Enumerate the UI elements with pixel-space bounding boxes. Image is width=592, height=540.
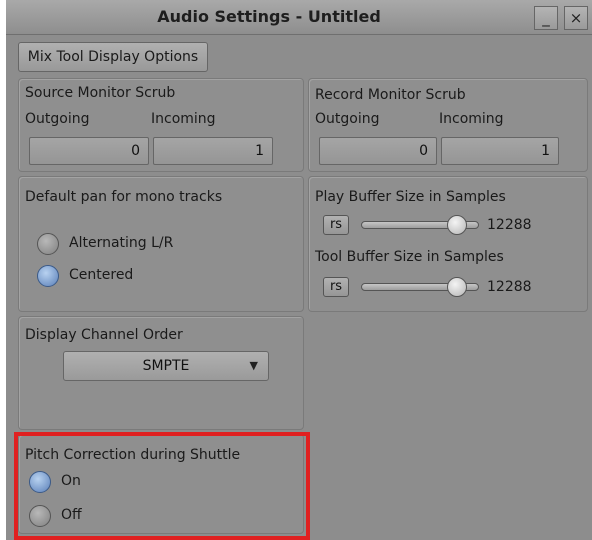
chevron-down-icon: ▼ — [249, 359, 258, 372]
record-incoming-field[interactable]: 1 — [441, 137, 559, 165]
record-outgoing-label: Outgoing — [315, 111, 380, 127]
source-outgoing-label: Outgoing — [25, 111, 90, 127]
tool-buffer-reset-button[interactable]: rs — [323, 277, 349, 297]
title-bar[interactable]: Audio Settings - Untitled _ × — [6, 0, 592, 35]
centered-label[interactable]: Centered — [69, 267, 133, 283]
record-monitor-scrub-panel: Record Monitor Scrub Outgoing Incoming 0… — [308, 78, 588, 172]
source-incoming-label: Incoming — [151, 111, 216, 127]
close-button[interactable]: × — [564, 6, 588, 30]
mix-tool-display-options-button[interactable]: Mix Tool Display Options — [18, 42, 208, 72]
tool-buffer-label: Tool Buffer Size in Samples — [315, 249, 504, 265]
centered-radio-button[interactable] — [37, 265, 59, 287]
display-channel-order-panel: Display Channel Order SMPTE ▼ — [18, 316, 304, 430]
channel-order-selected: SMPTE — [142, 358, 190, 374]
window-title: Audio Settings - Untitled — [157, 7, 381, 26]
highlight-box — [14, 432, 310, 540]
default-pan-panel: Default pan for mono tracks Alternating … — [18, 176, 304, 312]
play-buffer-label: Play Buffer Size in Samples — [315, 189, 506, 205]
source-monitor-scrub-panel: Source Monitor Scrub Outgoing Incoming 0… — [18, 78, 304, 172]
display-channel-order-title: Display Channel Order — [25, 327, 183, 343]
source-incoming-field[interactable]: 1 — [153, 137, 273, 165]
record-outgoing-field[interactable]: 0 — [319, 137, 437, 165]
play-buffer-value: 12288 — [487, 217, 532, 233]
minimize-button[interactable]: _ — [534, 6, 558, 30]
source-monitor-scrub-title: Source Monitor Scrub — [25, 85, 176, 101]
alternating-label[interactable]: Alternating L/R — [69, 235, 173, 251]
buffer-size-panel: Play Buffer Size in Samples rs 12288 Too… — [308, 176, 588, 312]
record-incoming-label: Incoming — [439, 111, 504, 127]
record-monitor-scrub-title: Record Monitor Scrub — [315, 87, 466, 103]
alternating-radio-button[interactable] — [37, 233, 59, 255]
tool-buffer-slider-thumb[interactable] — [447, 277, 467, 297]
source-outgoing-field[interactable]: 0 — [29, 137, 149, 165]
channel-order-dropdown[interactable]: SMPTE ▼ — [63, 351, 269, 381]
play-buffer-reset-button[interactable]: rs — [323, 215, 349, 235]
tool-buffer-value: 12288 — [487, 279, 532, 295]
play-buffer-slider-thumb[interactable] — [447, 215, 467, 235]
audio-settings-window: Audio Settings - Untitled _ × Mix Tool D… — [6, 0, 592, 540]
default-pan-title: Default pan for mono tracks — [25, 189, 223, 205]
